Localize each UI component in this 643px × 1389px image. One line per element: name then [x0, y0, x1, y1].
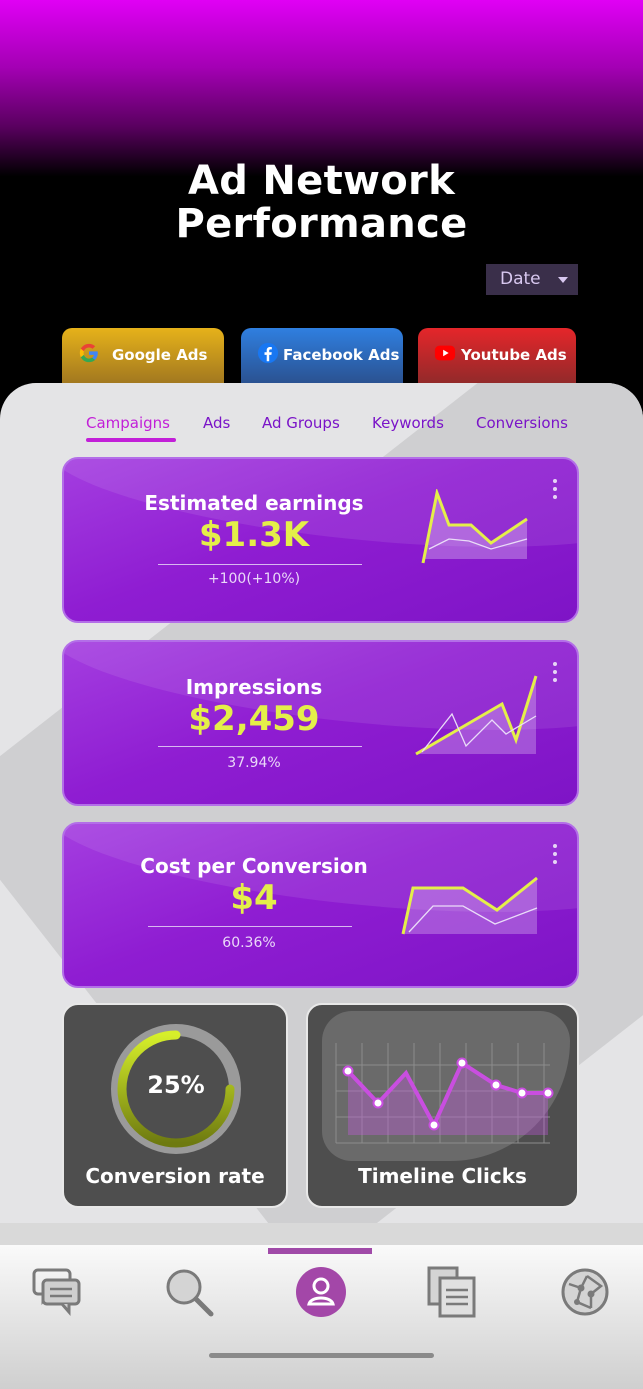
home-indicator	[209, 1353, 434, 1358]
more-options-icon[interactable]	[553, 662, 557, 686]
subtab-active-indicator	[86, 438, 176, 442]
documents-icon[interactable]	[426, 1266, 478, 1318]
conversion-rate-label: Conversion rate	[85, 1164, 265, 1188]
date-dropdown-label: Date	[500, 269, 541, 289]
card-estimated-earnings[interactable]: Estimated earnings $1.3K +100(+10%)	[62, 457, 579, 623]
youtube-icon	[434, 345, 456, 361]
card-delta: 37.94%	[227, 755, 281, 771]
card-divider	[148, 926, 352, 927]
conversion-rate-value: 25%	[147, 1071, 205, 1099]
card-value: $1.3K	[198, 515, 310, 555]
card-impressions[interactable]: Impressions $2,459 37.94%	[62, 640, 579, 806]
tab-google-ads-label: Google Ads	[112, 346, 208, 364]
tab-facebook-ads[interactable]: Facebook Ads	[241, 328, 403, 388]
tab-youtube-ads-label: Youtube Ads	[461, 346, 567, 364]
card-divider	[158, 746, 362, 747]
date-dropdown[interactable]: Date	[486, 264, 578, 295]
card-delta: 60.36%	[222, 935, 276, 951]
tab-facebook-ads-label: Facebook Ads	[283, 346, 400, 364]
chevron-down-icon	[558, 277, 568, 283]
search-icon[interactable]	[163, 1266, 215, 1318]
google-icon	[79, 343, 98, 363]
facebook-icon	[257, 342, 279, 364]
card-value: $4	[230, 878, 278, 918]
globe-icon[interactable]	[559, 1266, 611, 1318]
card-delta: +100(+10%)	[207, 571, 301, 587]
card-divider	[158, 564, 362, 565]
cost-sparkline	[401, 876, 538, 935]
more-options-icon[interactable]	[553, 479, 557, 503]
conversion-rate-tile[interactable]: 25% Conversion rate	[62, 1003, 288, 1208]
card-label: Estimated earnings	[144, 491, 364, 515]
card-cost-per-conversion[interactable]: Cost per Conversion $4 60.36%	[62, 822, 579, 988]
subtab-campaigns[interactable]: Campaigns	[86, 414, 170, 432]
subtab-conversions[interactable]: Conversions	[476, 414, 568, 432]
earnings-sparkline	[421, 489, 528, 564]
subtab-keywords[interactable]: Keywords	[372, 414, 444, 432]
card-label: Cost per Conversion	[140, 854, 368, 878]
card-value: $2,459	[188, 699, 320, 739]
timeline-clicks-tile[interactable]: Timeline Clicks	[306, 1003, 579, 1208]
page-title-line1: Ad Network	[187, 158, 455, 204]
timeline-clicks-label: Timeline Clicks	[358, 1164, 527, 1188]
profile-icon[interactable]	[295, 1266, 347, 1318]
subtab-ad-groups[interactable]: Ad Groups	[262, 414, 340, 432]
impressions-sparkline	[415, 675, 538, 756]
tab-youtube-ads[interactable]: Youtube Ads	[418, 328, 576, 388]
chat-icon[interactable]	[31, 1266, 83, 1318]
subtab-ads[interactable]: Ads	[203, 414, 230, 432]
card-label: Impressions	[185, 675, 323, 699]
timeline-clicks-chart	[335, 1043, 554, 1144]
tab-google-ads[interactable]: Google Ads	[62, 328, 224, 388]
page-title: Ad Network Performance	[0, 160, 643, 246]
more-options-icon[interactable]	[553, 844, 557, 868]
bottom-nav-active-indicator	[268, 1248, 372, 1254]
page-title-line2: Performance	[175, 201, 468, 247]
